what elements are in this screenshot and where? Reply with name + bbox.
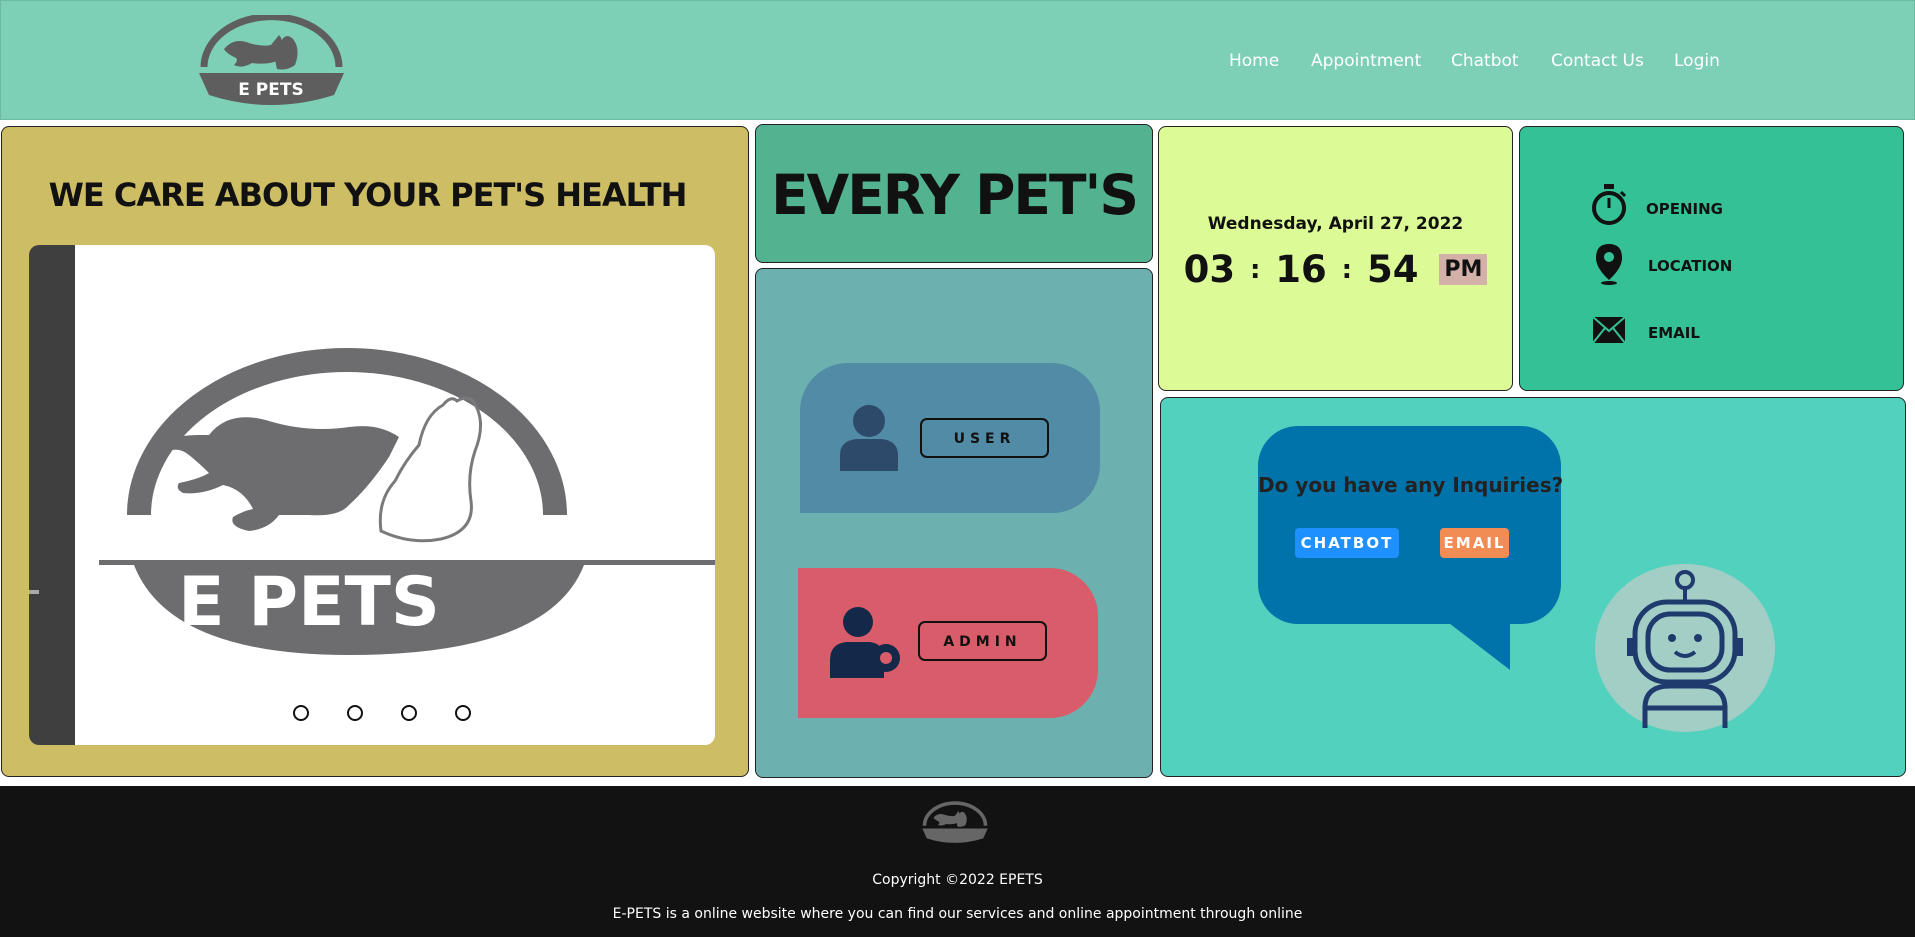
clock-separator: : (1249, 254, 1261, 285)
clock-date: Wednesday, April 27, 2022 (1207, 214, 1464, 234)
info-opening[interactable]: OPENING (1646, 200, 1723, 218)
care-title: WE CARE ABOUT YOUR PET'S HEALTH (48, 176, 688, 214)
nav-appointment[interactable]: Appointment (1311, 51, 1421, 71)
user-card: USER (800, 363, 1100, 513)
email-button[interactable]: EMAIL (1440, 528, 1509, 558)
user-icon (840, 405, 898, 471)
clock-seconds: 54 (1366, 248, 1419, 291)
slider-dot-2[interactable] (347, 705, 363, 721)
nav-contact-us[interactable]: Contact Us (1551, 51, 1644, 71)
footer-copyright: Copyright ©2022 EPETS (872, 872, 1043, 888)
inquiry-question: Do you have any Inquiries? (1258, 473, 1564, 497)
nav-login[interactable]: Login (1674, 51, 1720, 71)
slider-dot-4[interactable] (455, 705, 471, 721)
admin-card: ADMIN (798, 568, 1098, 718)
footer-logo (922, 801, 988, 843)
slider-dot-3[interactable] (401, 705, 417, 721)
every-pets-title: EVERY PET'S (771, 163, 1139, 227)
admin-button[interactable]: ADMIN (918, 621, 1047, 661)
epets-logo[interactable]: E PETS (194, 15, 349, 109)
email-icon (1592, 316, 1626, 344)
location-pin-icon (1596, 244, 1622, 285)
speech-bubble-tail (1445, 620, 1510, 670)
user-button[interactable]: USER (920, 418, 1049, 458)
logo-text: E PETS (238, 80, 303, 100)
clock-ampm: PM (1439, 254, 1488, 285)
footer-description: E-PETS is a online website where you can… (612, 906, 1303, 922)
clock-minutes: 16 (1275, 248, 1327, 291)
slide-logo-text: E PETS (178, 563, 440, 642)
clock-hours: 03 (1183, 248, 1236, 291)
nav-chatbot[interactable]: Chatbot (1451, 51, 1519, 71)
clock-separator: : (1341, 254, 1353, 285)
clock-time: 03 : 16 : 54 PM (1158, 246, 1513, 291)
info-email[interactable]: EMAIL (1648, 324, 1700, 342)
slide-logo-image: E PETS (99, 348, 715, 655)
slider-dot-1[interactable] (293, 705, 309, 721)
site-header: E PETS Home Appointment Chatbot Contact … (0, 0, 1915, 120)
site-footer: Copyright ©2022 EPETS E-PETS is a online… (0, 786, 1915, 937)
image-slider[interactable]: E PETS (29, 245, 715, 745)
slider-prev-arrow-icon[interactable] (29, 590, 39, 594)
slider-edge (29, 245, 75, 745)
nav-home[interactable]: Home (1229, 51, 1279, 71)
info-location[interactable]: LOCATION (1648, 257, 1732, 275)
chatbot-button[interactable]: CHATBOT (1295, 528, 1399, 558)
stopwatch-icon (1592, 184, 1627, 225)
speech-bubble (1258, 426, 1561, 624)
robot-icon[interactable] (1620, 568, 1750, 733)
admin-gear-icon (830, 607, 900, 678)
